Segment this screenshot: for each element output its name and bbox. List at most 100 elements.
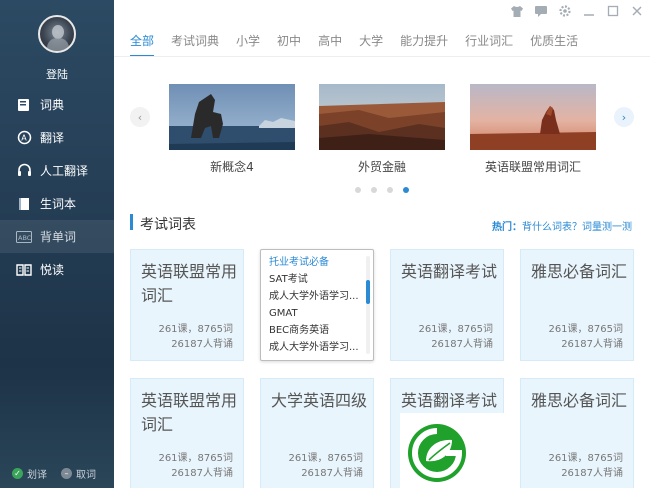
card-meta: 261课，8765词 26187人背诵 — [548, 451, 623, 481]
card-title: 雅思必备词汇 — [531, 391, 628, 410]
sidebar-item-notebook[interactable]: 生词本 — [0, 187, 114, 220]
abc-icon: ABC — [16, 229, 32, 245]
sidebar-item-label: 生词本 — [40, 197, 77, 211]
word-capture-toggle[interactable]: – 取词 — [61, 466, 96, 481]
list-item[interactable]: BEC商务英语 — [261, 322, 361, 339]
card-title: 雅思必备词汇 — [531, 262, 628, 281]
check-icon: ✓ — [12, 467, 23, 479]
sidebar: 登陆 词典 A 翻译 人工翻译 生词本 ABC 背单词 悦读 ✓ 划译 – 取词 — [0, 0, 114, 488]
tab-university[interactable]: 大学 — [359, 32, 383, 57]
wordlist-card[interactable]: 雅思必备词汇 261课，8765词 26187人背诵 — [520, 249, 634, 361]
sidebar-item-human-translate[interactable]: 人工翻译 — [0, 154, 114, 187]
carousel-slide[interactable]: 英语联盟常用词汇 — [470, 84, 596, 175]
wordlist-card[interactable]: 英语联盟常用词汇 261课，8765词 26187人背诵 — [130, 378, 244, 488]
tab-primary[interactable]: 小学 — [236, 32, 260, 57]
wordlist-card[interactable]: 英语联盟常用词汇 261课，8765词 26187人背诵 — [130, 249, 244, 361]
card-lessons: 261课，8765词 — [418, 324, 493, 335]
card-learners: 26187人背诵 — [431, 339, 493, 350]
carousel-slide[interactable]: 外贸金融 — [319, 84, 445, 175]
tab-senior[interactable]: 高中 — [318, 32, 342, 57]
carousel-slide[interactable]: 新概念4 — [169, 84, 295, 175]
message-icon[interactable] — [534, 4, 548, 18]
sidebar-item-translate[interactable]: A 翻译 — [0, 121, 114, 154]
carousel-dot[interactable] — [387, 187, 393, 193]
dictionary-icon — [16, 97, 32, 113]
minimize-icon[interactable] — [582, 4, 596, 18]
card-title: 英语联盟常用词汇 — [141, 391, 238, 434]
maximize-icon[interactable] — [606, 4, 620, 18]
sidebar-item-vocab[interactable]: ABC 背单词 — [0, 220, 114, 253]
selection-translate-toggle[interactable]: ✓ 划译 — [12, 466, 47, 481]
wordlist-card[interactable]: 大学英语四级 261课，8765词 26187人背诵 — [260, 378, 374, 488]
headset-icon — [16, 163, 32, 179]
tab-skills[interactable]: 能力提升 — [400, 32, 448, 57]
card-learners: 26187人背诵 — [561, 339, 623, 350]
book-icon — [16, 262, 32, 278]
notebook-icon — [16, 196, 32, 212]
sidebar-item-label: 悦读 — [40, 263, 65, 277]
card-lessons: 261课，8765词 — [158, 324, 233, 335]
slide-caption: 新概念4 — [210, 160, 254, 174]
scrollbar-thumb[interactable] — [366, 280, 370, 304]
carousel-prev-button[interactable]: ‹ — [130, 107, 150, 127]
sidebar-item-label: 人工翻译 — [40, 164, 89, 178]
carousel-dot[interactable] — [355, 187, 361, 193]
list-item[interactable]: 托业考试必备 — [261, 254, 361, 271]
tab-divider — [114, 56, 650, 57]
sidebar-item-label: 词典 — [40, 98, 65, 112]
hot-label: 热门： — [492, 222, 522, 233]
card-learners: 26187人背诵 — [171, 468, 233, 479]
card-learners: 26187人背诵 — [301, 468, 363, 479]
section-accent-bar — [130, 214, 133, 230]
skin-icon[interactable] — [510, 4, 524, 18]
card-title: 英语联盟常用词汇 — [141, 262, 238, 305]
tab-exam-dictionary[interactable]: 考试词典 — [171, 32, 219, 57]
carousel-pagination — [355, 187, 409, 193]
sidebar-item-dictionary[interactable]: 词典 — [0, 88, 114, 121]
svg-text:ABC: ABC — [18, 234, 32, 242]
sidebar-item-label: 背单词 — [40, 230, 77, 244]
carousel-next-button[interactable]: › — [614, 107, 634, 127]
category-tabs: 全部 考试词典 小学 初中 高中 大学 能力提升 行业词汇 优质生活 — [130, 32, 595, 57]
login-link[interactable]: 登陆 — [0, 66, 114, 82]
list-item[interactable]: 成人大学外语学习... — [261, 339, 361, 356]
carousel-dot[interactable] — [371, 187, 377, 193]
close-icon[interactable] — [630, 4, 644, 18]
list-item[interactable]: SAT考试 — [261, 271, 361, 288]
chevron-right-icon: › — [621, 110, 627, 124]
slide-image — [470, 84, 596, 150]
word-capture-label: 取词 — [76, 469, 96, 481]
minus-icon: – — [61, 467, 72, 479]
list-item[interactable]: GMAT — [261, 305, 361, 322]
slide-image — [169, 84, 295, 150]
carousel-dot-active[interactable] — [403, 187, 409, 193]
section-title: 考试词表 — [140, 217, 196, 233]
card-learners: 26187人背诵 — [561, 468, 623, 479]
card-title: 英语翻译考试 — [401, 391, 498, 410]
window-controls — [510, 4, 644, 18]
card-lessons: 261课，8765词 — [288, 453, 363, 464]
tab-all[interactable]: 全部 — [130, 32, 155, 57]
tab-lifestyle[interactable]: 优质生活 — [530, 32, 578, 57]
brand-logo — [400, 413, 520, 488]
wordlist-dropdown-card: 托业考试必备 SAT考试 成人大学外语学习... GMAT BEC商务英语 成人… — [260, 249, 374, 361]
sidebar-bottom-bar: ✓ 划译 – 取词 — [0, 458, 114, 488]
sidebar-item-reading[interactable]: 悦读 — [0, 253, 114, 286]
tab-industry[interactable]: 行业词汇 — [465, 32, 513, 57]
list-item[interactable]: 成人大学外语学习... — [261, 288, 361, 305]
card-lessons: 261课，8765词 — [158, 453, 233, 464]
hot-links: 热门：背什么词表？词量测一测 — [492, 218, 632, 233]
wordlist-card[interactable]: 英语翻译考试 261课，8765词 26187人背诵 — [390, 249, 504, 361]
slide-caption: 英语联盟常用词汇 — [484, 160, 581, 174]
settings-icon[interactable] — [558, 4, 572, 18]
wordlist-card[interactable]: 雅思必备词汇 261课，8765词 26187人背诵 — [520, 378, 634, 488]
hot-link-which-list[interactable]: 背什么词表？ — [522, 222, 582, 233]
hot-link-vocab-test[interactable]: 词量测一测 — [582, 222, 632, 233]
tab-junior[interactable]: 初中 — [277, 32, 301, 57]
card-meta: 261课，8765词 26187人背诵 — [418, 322, 493, 352]
card-meta: 261课，8765词 26187人背诵 — [288, 451, 363, 481]
card-learners: 26187人背诵 — [171, 339, 233, 350]
avatar[interactable] — [38, 15, 76, 53]
scrollbar-track[interactable] — [366, 256, 370, 354]
card-meta: 261课，8765词 26187人背诵 — [548, 322, 623, 352]
